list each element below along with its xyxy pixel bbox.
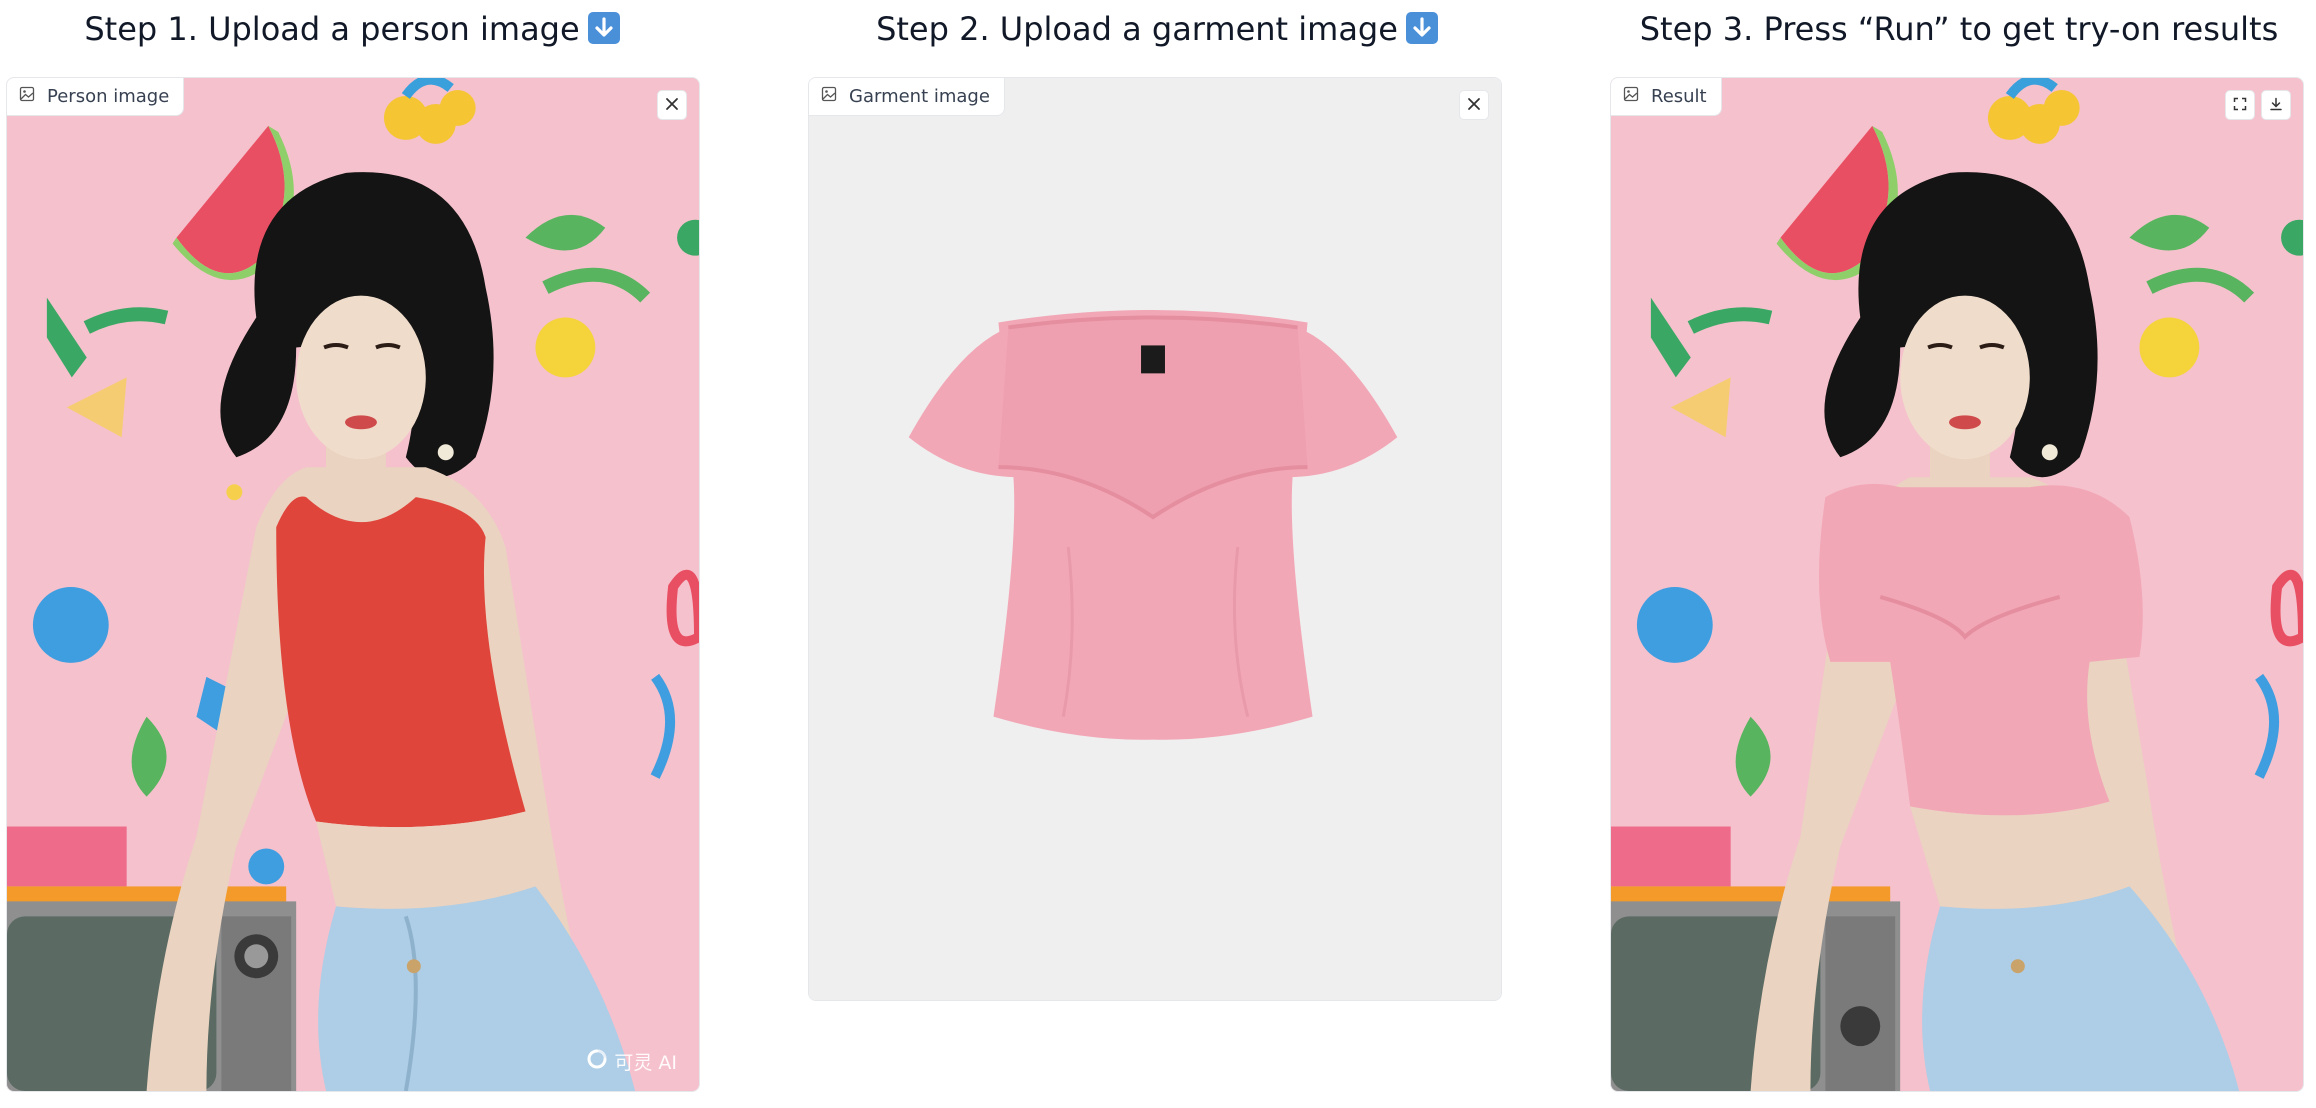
person-image-label-text: Person image bbox=[47, 86, 170, 107]
step3-title: Step 3. Press “Run” to get try-on result… bbox=[1612, 6, 2306, 52]
fullscreen-icon bbox=[2233, 96, 2247, 115]
step1-title-text: Step 1. Upload a person image bbox=[84, 10, 580, 48]
image-icon bbox=[19, 86, 35, 107]
fullscreen-button[interactable] bbox=[2225, 90, 2255, 120]
person-image-panel[interactable]: Person image 可灵 AI bbox=[6, 77, 700, 1092]
garment-image-panel[interactable]: Garment image bbox=[808, 77, 1502, 1001]
result-label: Result bbox=[1611, 78, 1722, 116]
step2-title-text: Step 2. Upload a garment image bbox=[876, 10, 1398, 48]
watermark-text: 可灵 AI bbox=[614, 1052, 677, 1074]
down-arrow-icon bbox=[1405, 12, 1438, 44]
person-image-label: Person image bbox=[7, 78, 185, 116]
image-icon bbox=[821, 86, 837, 107]
result-photo bbox=[1611, 78, 2303, 1091]
person-photo bbox=[7, 78, 699, 1091]
result-label-text: Result bbox=[1651, 86, 1707, 107]
step1-title: Step 1. Upload a person image bbox=[8, 6, 696, 52]
step3-title-text: Step 3. Press “Run” to get try-on result… bbox=[1639, 10, 2279, 48]
download-icon bbox=[2269, 96, 2283, 115]
garment-image-label: Garment image bbox=[809, 78, 1005, 116]
garment-photo bbox=[809, 78, 1501, 1000]
close-icon bbox=[1467, 96, 1481, 115]
step2-title: Step 2. Upload a garment image bbox=[810, 6, 1504, 52]
image-icon bbox=[1623, 86, 1639, 107]
down-arrow-icon bbox=[587, 12, 620, 44]
clear-person-image-button[interactable] bbox=[657, 90, 687, 120]
download-button[interactable] bbox=[2261, 90, 2291, 120]
result-image-panel: Result bbox=[1610, 77, 2304, 1092]
watermark: 可灵 AI bbox=[586, 1048, 677, 1075]
clear-garment-image-button[interactable] bbox=[1459, 90, 1489, 120]
close-icon bbox=[665, 96, 679, 115]
kling-logo-icon bbox=[586, 1048, 608, 1075]
garment-image-label-text: Garment image bbox=[849, 86, 990, 107]
